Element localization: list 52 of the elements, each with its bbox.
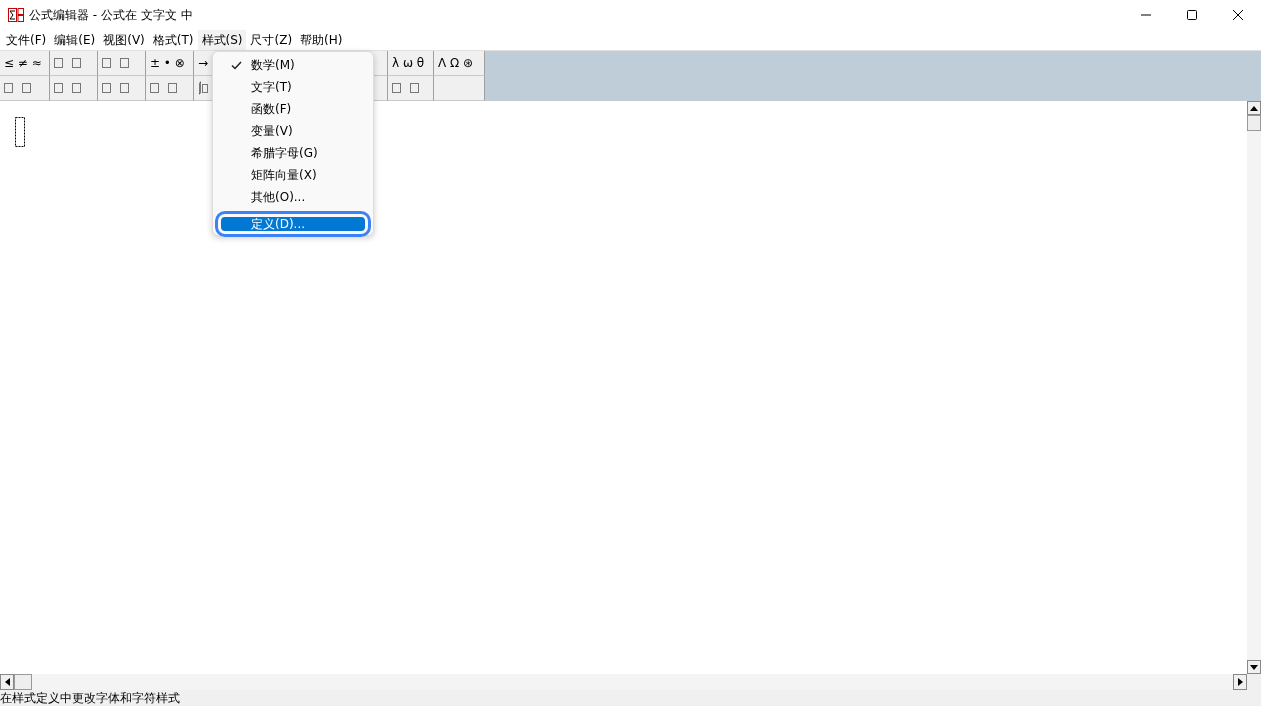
template-icon — [54, 58, 82, 68]
menu-option[interactable]: 文字(T) — [221, 76, 365, 98]
status-text: 在样式定义中更改字体和字符样式 — [0, 691, 180, 705]
template-palette-button[interactable] — [50, 76, 98, 101]
maximize-icon — [1186, 9, 1198, 21]
menu-item[interactable]: 样式(S) — [197, 30, 247, 50]
app-icon — [8, 8, 24, 22]
scroll-down-button[interactable] — [1247, 660, 1261, 674]
scroll-thumb[interactable] — [1247, 115, 1261, 131]
menu-item[interactable]: 文件(F) — [2, 30, 51, 50]
down-arrow-icon — [1250, 664, 1258, 670]
template-icon — [102, 58, 130, 68]
left-arrow-icon — [4, 678, 10, 686]
right-arrow-icon — [1237, 678, 1243, 686]
template-palette-button[interactable] — [0, 76, 50, 101]
menu-option[interactable]: 矩阵向量(X) — [221, 164, 365, 186]
menu-option[interactable]: 函数(F) — [221, 98, 365, 120]
template-icon — [54, 83, 82, 93]
template-icon — [102, 83, 130, 93]
integral-template-icon — [198, 81, 208, 95]
template-palette-button[interactable] — [98, 51, 146, 76]
template-palette-button[interactable] — [388, 76, 434, 101]
symbol-palette-button[interactable]: ≤ ≠ ≈ — [0, 51, 50, 76]
menu-item[interactable]: 帮助(H) — [296, 30, 347, 50]
template-icon — [392, 83, 420, 93]
close-icon — [1232, 9, 1244, 21]
menu-item[interactable]: 尺寸(Z) — [246, 30, 297, 50]
menu-option[interactable]: 希腊字母(G) — [221, 142, 365, 164]
up-arrow-icon — [1250, 105, 1258, 111]
scroll-right-button[interactable] — [1233, 674, 1247, 690]
template-icon — [150, 83, 178, 93]
symbol-palette-button[interactable]: Λ Ω ⊛ — [434, 51, 485, 76]
template-palette-button[interactable] — [98, 76, 146, 101]
menu-item[interactable]: 视图(V) — [99, 30, 149, 50]
menu-item[interactable]: 格式(T) — [148, 30, 198, 50]
scroll-thumb[interactable] — [14, 674, 32, 690]
template-palette-button[interactable] — [146, 76, 194, 101]
scroll-left-button[interactable] — [0, 674, 14, 690]
scroll-up-button[interactable] — [1247, 101, 1261, 115]
symbol-palette-button[interactable]: ± • ⊗ — [146, 51, 194, 76]
symbol-palette-button[interactable]: λ ω θ — [388, 51, 434, 76]
menu-option[interactable]: 数学(M) — [221, 54, 365, 76]
vertical-scrollbar[interactable] — [1247, 101, 1261, 674]
window-title: 公式编辑器 - 公式在 文字文 中 — [29, 6, 193, 24]
template-icon — [4, 83, 32, 93]
menu-option[interactable]: 其他(O)... — [221, 186, 365, 208]
checkmark-icon — [230, 60, 242, 70]
empty-slot-icon — [14, 116, 26, 148]
menu-option[interactable]: 变量(V) — [221, 120, 365, 142]
horizontal-scrollbar[interactable] — [0, 674, 1247, 690]
template-palette-button[interactable] — [50, 51, 98, 76]
menu-item[interactable]: 编辑(E) — [50, 30, 100, 50]
